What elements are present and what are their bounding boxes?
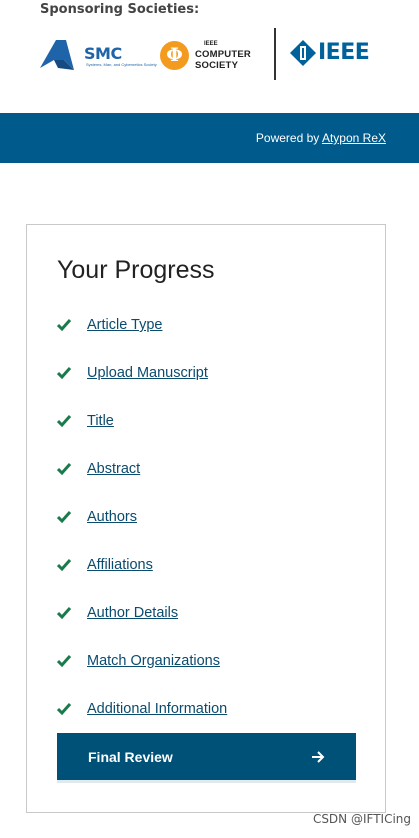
- step-link-abstract[interactable]: Abstract: [87, 459, 140, 479]
- list-item: Upload Manuscript: [57, 363, 357, 411]
- check-icon: [57, 511, 71, 524]
- list-item: Article Type: [57, 315, 357, 363]
- check-icon: [57, 319, 71, 332]
- sponsoring-societies-heading: Sponsoring Societies:: [40, 2, 200, 17]
- check-icon: [57, 703, 71, 716]
- arrow-right-icon: [312, 751, 325, 763]
- powered-by-prefix: Powered by: [255, 131, 322, 145]
- smc-logo-subtitle: Systems, Man, and Cybernetics Society: [86, 62, 157, 67]
- ieee-diamond-icon: [290, 40, 316, 66]
- step-link-authors[interactable]: Authors: [87, 507, 137, 527]
- csdn-watermark: CSDN @IFTICing: [312, 812, 411, 826]
- ieee-logo[interactable]: IEEE: [290, 40, 390, 72]
- computer-society-line3: SOCIETY: [195, 60, 239, 71]
- check-icon: [57, 367, 71, 380]
- powered-by-bar: Powered by Atypon ReX: [0, 113, 419, 163]
- step-link-title[interactable]: Title: [87, 411, 114, 431]
- powered-by-text: Powered by Atypon ReX: [256, 131, 386, 145]
- step-link-match-organizations[interactable]: Match Organizations: [87, 651, 220, 671]
- atypon-rex-link[interactable]: Atypon ReX: [322, 131, 386, 145]
- logo-divider: [274, 28, 276, 80]
- list-item: Authors: [57, 507, 357, 555]
- step-link-affiliations[interactable]: Affiliations: [87, 555, 153, 575]
- final-review-button[interactable]: Final Review: [57, 733, 356, 783]
- ieee-logo-text: IEEE: [318, 40, 370, 65]
- check-icon: [57, 415, 71, 428]
- list-item: Match Organizations: [57, 651, 357, 699]
- step-link-additional-information[interactable]: Additional Information: [87, 699, 227, 719]
- smc-logo[interactable]: SMC Systems, Man, and Cybernetics Societ…: [40, 38, 158, 74]
- progress-title: Your Progress: [57, 256, 215, 284]
- step-link-upload-manuscript[interactable]: Upload Manuscript: [87, 363, 208, 383]
- list-item: Author Details: [57, 603, 357, 651]
- list-item: Affiliations: [57, 555, 357, 603]
- computer-society-logo[interactable]: Φ IEEE COMPUTER SOCIETY: [160, 38, 266, 74]
- check-icon: [57, 607, 71, 620]
- final-review-label: Final Review: [88, 749, 173, 765]
- list-item: Abstract: [57, 459, 357, 507]
- check-icon: [57, 559, 71, 572]
- computer-society-emblem-icon: Φ: [160, 41, 189, 70]
- check-icon: [57, 463, 71, 476]
- progress-step-list: Article Type Upload Manuscript Title Abs…: [57, 315, 357, 747]
- smc-emblem-icon: [40, 40, 74, 70]
- computer-society-line1: IEEE: [204, 41, 218, 47]
- check-icon: [57, 655, 71, 668]
- list-item: Title: [57, 411, 357, 459]
- smc-logo-text: SMC: [84, 44, 122, 63]
- step-link-article-type[interactable]: Article Type: [87, 315, 163, 335]
- computer-society-line2: COMPUTER: [195, 49, 251, 60]
- step-link-author-details[interactable]: Author Details: [87, 603, 178, 623]
- sponsor-logos: SMC Systems, Man, and Cybernetics Societ…: [0, 28, 419, 83]
- progress-panel: Your Progress Article Type Upload Manusc…: [26, 224, 386, 813]
